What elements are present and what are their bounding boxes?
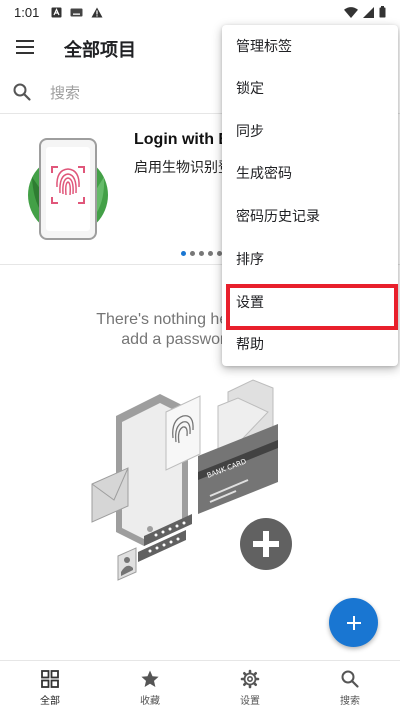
nav-item-favorites[interactable]: 收藏 — [100, 661, 200, 711]
gear-icon — [240, 669, 260, 689]
search-icon — [13, 83, 31, 101]
keyboard-icon — [70, 8, 83, 16]
nav-item-settings[interactable]: 设置 — [200, 661, 300, 711]
status-time: 1:01 — [14, 4, 40, 20]
menu-item-password-history[interactable]: 密码历史记录 — [222, 195, 398, 237]
fingerprint-phone-illustration — [28, 138, 108, 240]
menu-item-lock[interactable]: 锁定 — [222, 67, 398, 109]
promo-title: Login with B — [134, 131, 230, 148]
warning-icon — [91, 7, 103, 17]
bottom-navigation: 全部 收藏 设置 搜索 — [0, 660, 400, 711]
nav-label-settings: 设置 — [240, 696, 260, 707]
menu-item-manage-tags[interactable]: 管理标签 — [222, 25, 398, 67]
carousel-dot[interactable] — [208, 251, 213, 256]
signal-icon — [363, 6, 374, 18]
carousel-dot[interactable] — [199, 251, 204, 256]
plus-icon — [346, 615, 361, 630]
star-icon — [141, 670, 159, 687]
carousel-indicator — [181, 251, 222, 256]
nav-item-search[interactable]: 搜索 — [300, 661, 400, 711]
settings-highlight-box — [226, 284, 398, 330]
nav-label-favorites: 收藏 — [140, 696, 160, 707]
status-bar: 1:01 — [0, 0, 400, 24]
nav-label-search: 搜索 — [340, 696, 360, 707]
promo-description: 启用生物识别登 — [134, 160, 232, 176]
nav-label-all: 全部 — [40, 696, 60, 707]
carousel-dot[interactable] — [181, 251, 186, 256]
search-icon — [341, 670, 359, 688]
grid-icon — [41, 670, 59, 688]
empty-state-illustration: BANK CARD — [91, 379, 292, 581]
carousel-dot[interactable] — [190, 251, 195, 256]
app-notification-icon — [51, 7, 62, 17]
menu-item-generate-password[interactable]: 生成密码 — [222, 152, 398, 194]
add-item-button[interactable] — [329, 598, 378, 647]
battery-icon — [379, 6, 386, 18]
menu-item-sync[interactable]: 同步 — [222, 110, 398, 152]
wifi-icon — [344, 6, 358, 18]
nav-item-all[interactable]: 全部 — [0, 661, 100, 711]
page-title: 全部项目 — [64, 40, 136, 61]
menu-item-sort[interactable]: 排序 — [222, 238, 398, 280]
hamburger-menu-icon[interactable] — [16, 40, 34, 54]
